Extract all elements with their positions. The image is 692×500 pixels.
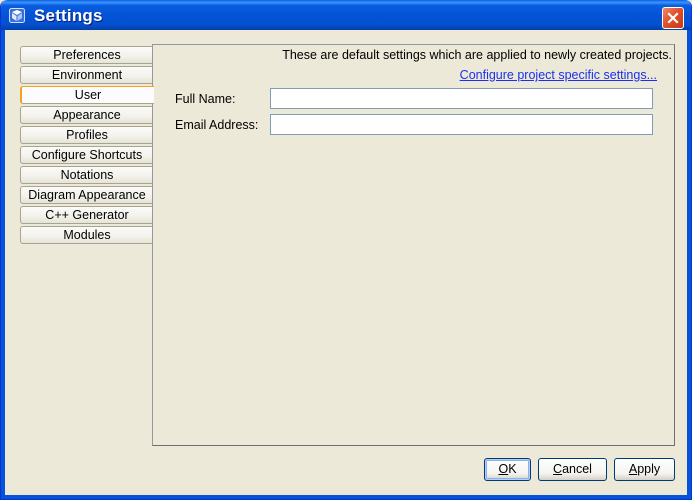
- app-cube-icon: [9, 8, 25, 23]
- tab-environment[interactable]: Environment: [20, 66, 153, 84]
- cancel-label-rest: ancel: [562, 462, 592, 476]
- ok-label-rest: K: [508, 462, 517, 476]
- tab-label: Modules: [63, 228, 111, 242]
- tab-label: Environment: [51, 68, 123, 82]
- tab-cpp-generator[interactable]: C++ Generator: [20, 206, 153, 224]
- tab-label: Configure Shortcuts: [31, 148, 143, 162]
- cancel-mnemonic: C: [553, 462, 563, 476]
- tab-label: Profiles: [66, 128, 108, 142]
- title-bar[interactable]: Settings: [1, 0, 691, 30]
- window-frame-left: [1, 30, 5, 499]
- tab-diagram-appearance[interactable]: Diagram Appearance: [20, 186, 153, 204]
- tab-label: C++ Generator: [45, 208, 129, 222]
- window-title: Settings: [34, 6, 103, 25]
- tab-notations[interactable]: Notations: [20, 166, 153, 184]
- tab-label: User: [74, 88, 102, 102]
- apply-button[interactable]: Apply: [614, 458, 675, 481]
- email-address-input[interactable]: [270, 114, 653, 135]
- close-icon: [667, 12, 679, 24]
- settings-window: Settings Preferences Environment User Ap…: [0, 0, 692, 500]
- apply-mnemonic: A: [628, 462, 638, 476]
- tab-label: Diagram Appearance: [28, 188, 146, 202]
- panel-description: These are default settings which are app…: [282, 48, 672, 62]
- tab-configure-shortcuts[interactable]: Configure Shortcuts: [20, 146, 153, 164]
- ok-mnemonic: O: [498, 462, 509, 476]
- apply-label-rest: pply: [637, 462, 661, 476]
- tab-preferences[interactable]: Preferences: [20, 46, 153, 64]
- close-button[interactable]: [662, 7, 684, 29]
- tab-profiles[interactable]: Profiles: [20, 126, 153, 144]
- cancel-button[interactable]: Cancel: [538, 458, 607, 481]
- tab-user[interactable]: User: [20, 86, 154, 104]
- ok-button[interactable]: OK: [484, 458, 531, 481]
- tab-label: Notations: [60, 168, 114, 182]
- window-frame-bottom: [1, 495, 691, 499]
- full-name-label: Full Name:: [175, 92, 236, 106]
- tab-label: Preferences: [53, 48, 121, 62]
- tab-appearance[interactable]: Appearance: [20, 106, 153, 124]
- configure-project-settings-link[interactable]: Configure project specific settings...: [460, 68, 657, 82]
- full-name-input[interactable]: [270, 88, 653, 109]
- settings-tab-list: Preferences Environment User Appearance …: [20, 46, 154, 246]
- email-address-label: Email Address:: [175, 118, 259, 132]
- tab-label: Appearance: [53, 108, 121, 122]
- tab-modules[interactable]: Modules: [20, 226, 153, 244]
- window-frame-right: [687, 30, 691, 499]
- user-settings-panel: These are default settings which are app…: [152, 44, 675, 446]
